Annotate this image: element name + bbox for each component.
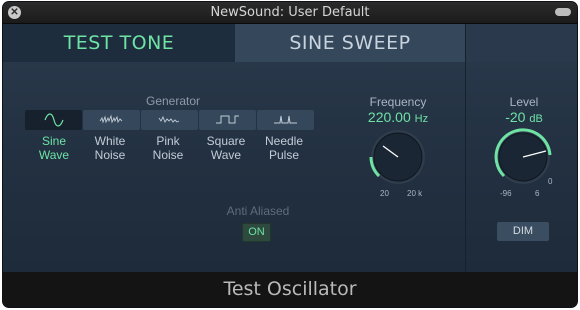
needle-pulse-button[interactable] xyxy=(257,110,314,130)
frequency-knob[interactable] xyxy=(369,128,427,186)
pink-noise-icon xyxy=(158,115,180,123)
level-label: Level xyxy=(509,95,539,109)
level-mid-label: 6 xyxy=(535,189,540,198)
pink-noise-label-line2: Noise xyxy=(152,148,184,162)
footer-bar: Test Oscillator xyxy=(3,272,577,307)
level-section-header xyxy=(466,24,577,62)
title-bar: ✕ NewSound: User Default xyxy=(3,2,577,24)
sine-wave-label-line2: Wave xyxy=(38,148,70,162)
generator-label: Generator xyxy=(145,94,201,108)
level-value: -20 xyxy=(505,109,526,125)
plugin-name: Test Oscillator xyxy=(223,278,357,300)
section-divider xyxy=(465,24,466,272)
level-min-label: -96 xyxy=(500,189,512,198)
white-noise-label-line2: Noise xyxy=(94,148,126,162)
window-title: NewSound: User Default xyxy=(210,5,370,20)
square-wave-button[interactable] xyxy=(199,110,256,130)
square-wave-label-line1: Square xyxy=(206,134,246,148)
needle-pulse-label-line1: Needle xyxy=(264,134,304,148)
dim-button[interactable]: DIM xyxy=(497,222,549,241)
tab-sine-sweep[interactable]: SINE SWEEP xyxy=(235,24,465,62)
frequency-min-label: 20 xyxy=(380,189,389,198)
sine-wave-icon xyxy=(44,113,64,127)
anti-aliased-label: Anti Aliased xyxy=(226,204,290,218)
anti-aliased-on-button[interactable]: ON xyxy=(242,223,271,242)
frequency-value: 220.00 xyxy=(367,109,411,125)
main-panel: TEST TONE SINE SWEEP Generator Sine Wave… xyxy=(3,24,577,272)
toolbar-toggle-button[interactable] xyxy=(555,8,571,16)
square-wave-label-line2: Wave xyxy=(210,148,242,162)
generator-buttons xyxy=(25,110,315,130)
needle-pulse-icon xyxy=(274,115,297,124)
pink-noise-label-line1: Pink xyxy=(156,134,180,148)
level-knob[interactable] xyxy=(494,128,552,186)
white-noise-icon xyxy=(99,114,123,124)
tab-test-tone[interactable]: TEST TONE xyxy=(3,24,235,62)
plugin-window: ✕ NewSound: User Default TEST TONE SINE … xyxy=(3,2,577,307)
level-unit: dB xyxy=(529,113,543,125)
level-zero-label: 0 xyxy=(548,177,553,186)
sine-wave-label-line1: Sine xyxy=(41,134,67,148)
white-noise-button[interactable] xyxy=(83,110,140,130)
white-noise-label-line1: White xyxy=(94,134,126,148)
square-wave-label[interactable]: Square Wave xyxy=(194,134,258,162)
frequency-value-display[interactable]: 220.00 Hz xyxy=(338,109,458,125)
needle-pulse-label-line2: Pulse xyxy=(268,148,300,162)
frequency-unit: Hz xyxy=(414,113,429,125)
white-noise-label[interactable]: White Noise xyxy=(78,134,142,162)
frequency-label: Frequency xyxy=(369,95,427,109)
sine-wave-button[interactable] xyxy=(25,110,82,130)
square-wave-icon xyxy=(216,115,239,124)
needle-pulse-label[interactable]: Needle Pulse xyxy=(252,134,316,162)
level-value-display[interactable]: -20 dB xyxy=(484,109,564,125)
sine-wave-label[interactable]: Sine Wave xyxy=(22,134,86,162)
pink-noise-label[interactable]: Pink Noise xyxy=(136,134,200,162)
pink-noise-button[interactable] xyxy=(141,110,198,130)
frequency-max-label: 20 k xyxy=(407,189,423,198)
